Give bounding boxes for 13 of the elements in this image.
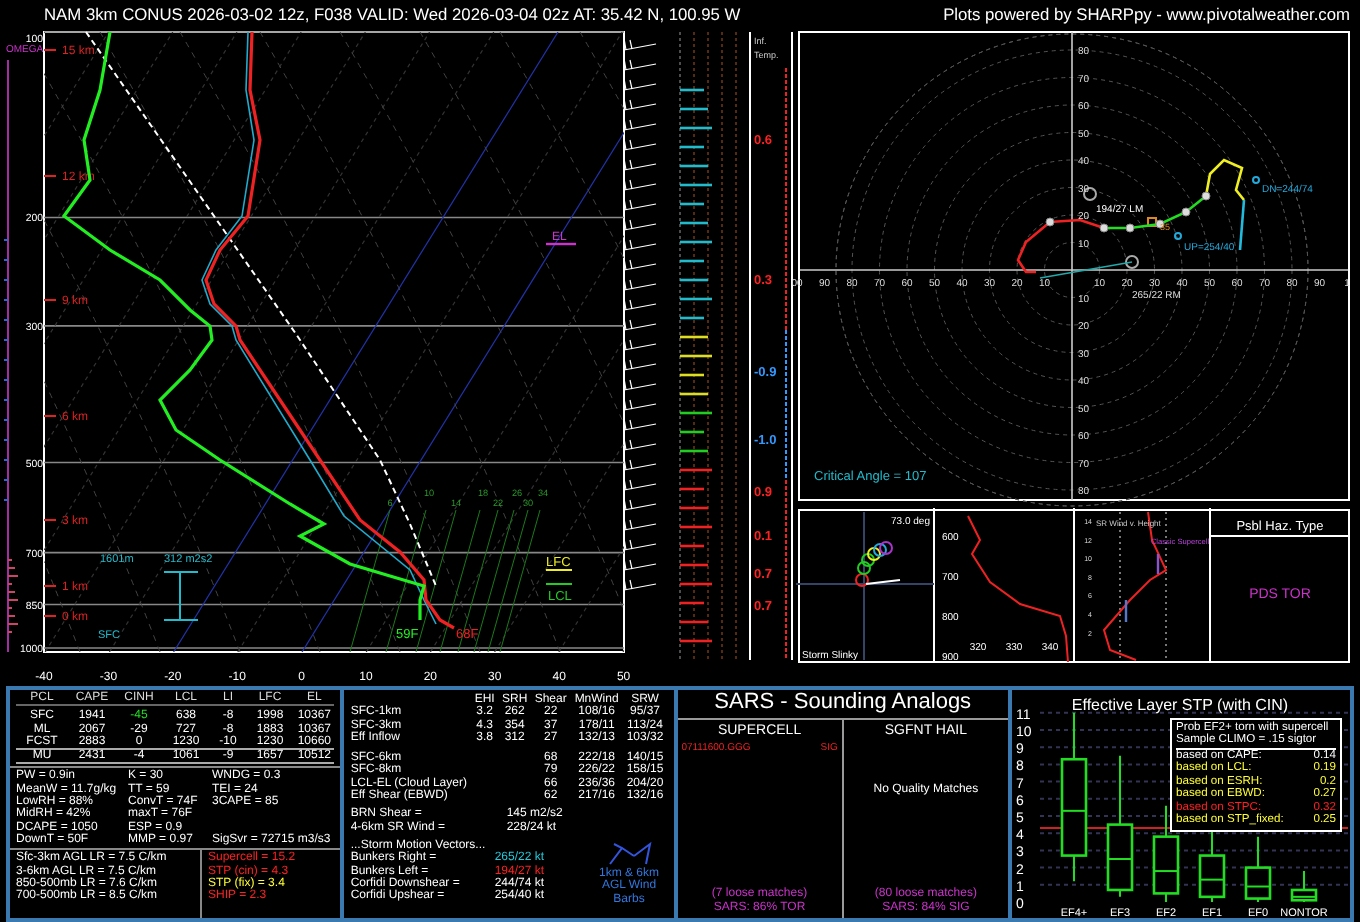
chart-title: Effective Layer STP (with CIN) xyxy=(1071,696,1289,714)
storm-slinky-drawing xyxy=(855,541,901,587)
el-marker xyxy=(546,242,576,246)
box-plot xyxy=(1290,870,1318,903)
box-plot xyxy=(1106,754,1134,898)
sr-wind-range-marker xyxy=(1124,600,1128,622)
wind-barb-icon xyxy=(605,839,653,868)
plot-title: NAM 3km CONUS 2026-03-02 12z, F038 VALID: Wed 2026-03-04 02z AT: 35.42 N, 100.95 W xyxy=(44,2,741,28)
credit-text: Plots powered by SHARPpy - www.pivotalweather.com xyxy=(943,2,1350,28)
panel-title: SARS - Sounding Analogs xyxy=(677,690,1009,720)
inflow-layer-bracket xyxy=(163,571,199,621)
sr-wind-range-marker xyxy=(1156,554,1160,574)
box-plot xyxy=(1244,835,1272,903)
